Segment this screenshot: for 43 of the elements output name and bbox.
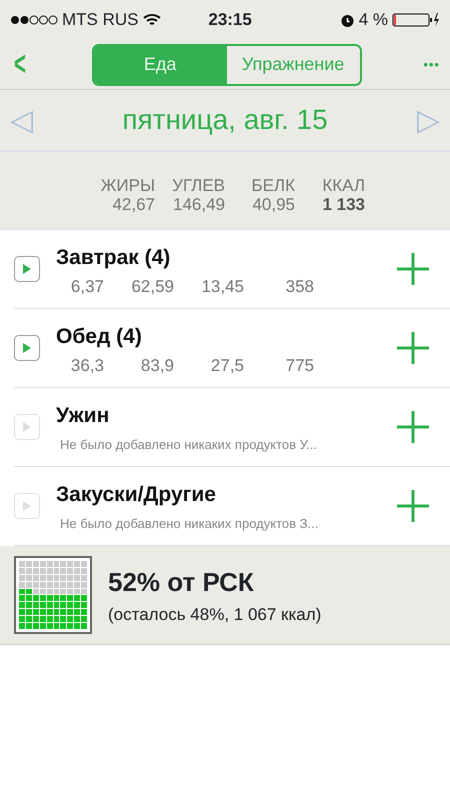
add-button[interactable] bbox=[396, 331, 430, 365]
goal-percent: 52% от РСК bbox=[108, 566, 255, 599]
add-button[interactable] bbox=[396, 489, 430, 523]
remaining-text: (осталось 48%, 1 067 ккал) bbox=[108, 604, 322, 626]
back-button[interactable]: < bbox=[14, 39, 26, 90]
meal-value: 36,3 bbox=[70, 356, 104, 376]
expand-icon[interactable] bbox=[14, 256, 40, 282]
wifi-icon bbox=[142, 13, 160, 27]
more-button[interactable]: ••• bbox=[423, 54, 440, 74]
column-header: ККАЛ bbox=[321, 176, 365, 195]
meal-note: Не было добавлено никаких продуктов З... bbox=[59, 515, 320, 533]
tab[interactable]: Еда bbox=[94, 46, 227, 84]
next-day-button[interactable]: ▷ bbox=[417, 98, 440, 142]
meal-title: Ужин bbox=[56, 402, 110, 428]
total-value: 40,95 bbox=[251, 195, 295, 214]
previous-day-button[interactable]: ◁ bbox=[10, 98, 33, 142]
battery-icon bbox=[392, 12, 440, 28]
total-value: 1 133 bbox=[321, 195, 365, 214]
column-header: БЕЛК bbox=[250, 176, 295, 195]
column-header: ЖИРЫ bbox=[100, 176, 155, 195]
meal-title: Закуски/Другие bbox=[56, 482, 217, 508]
meal-title: Обед (4) bbox=[56, 324, 143, 350]
expand-icon[interactable] bbox=[14, 335, 40, 361]
total-value: 42,67 bbox=[111, 195, 155, 214]
meal-title: Завтрак (4) bbox=[56, 244, 172, 271]
column-header: УГЛЕВ bbox=[171, 176, 225, 195]
total-value: 146,49 bbox=[172, 195, 225, 214]
alarm-icon bbox=[340, 12, 355, 28]
meal-value: 13,45 bbox=[200, 277, 244, 296]
meal-value: 62,59 bbox=[130, 277, 174, 296]
add-button[interactable] bbox=[396, 410, 430, 444]
meal-value: 775 bbox=[284, 356, 314, 376]
carrier-name: MTS RUS bbox=[62, 9, 138, 32]
meal-value: 83,9 bbox=[140, 356, 174, 376]
clock: 23:15 bbox=[207, 9, 253, 32]
meal-value: 358 bbox=[284, 277, 314, 296]
battery-percent: 4 % bbox=[358, 9, 388, 32]
meal-value: 6,37 bbox=[70, 277, 104, 296]
add-button[interactable] bbox=[396, 252, 430, 286]
date-title: пятница, авг. 15 bbox=[122, 103, 328, 137]
meal-note: Не было добавлено никаких продуктов У... bbox=[59, 436, 318, 454]
signal-icon bbox=[10, 15, 58, 25]
meal-value: 27,5 bbox=[210, 356, 244, 376]
